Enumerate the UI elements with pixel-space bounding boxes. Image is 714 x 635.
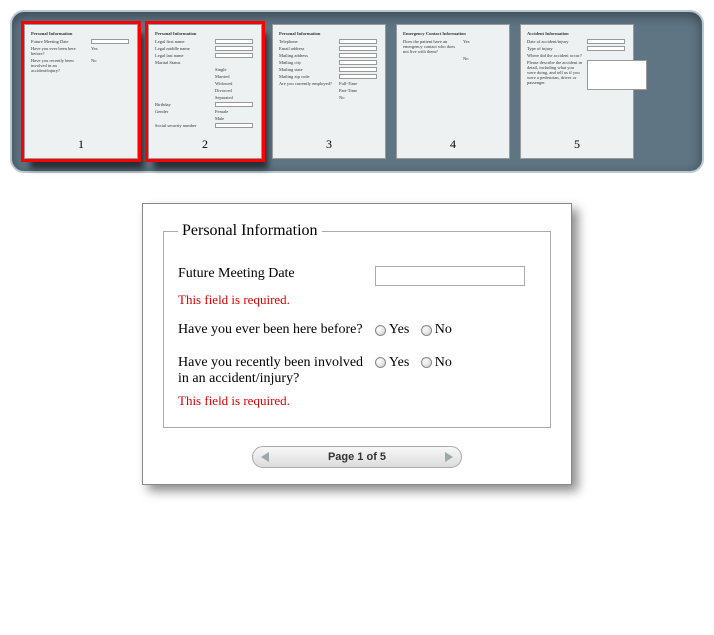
pager-text: Page 1 of 5 [328, 451, 386, 463]
page-thumbnail-1[interactable]: Personal InformationFuture Meeting DateH… [24, 24, 138, 159]
been-here-before-no[interactable]: No [421, 322, 452, 338]
pager-prev-icon[interactable] [261, 452, 269, 462]
future-meeting-date-input[interactable] [375, 266, 525, 286]
accident-injury-no[interactable]: No [421, 355, 452, 371]
been-here-before-yes[interactable]: Yes [375, 322, 409, 338]
personal-information-fieldset: Personal Information Future Meeting Date… [163, 222, 551, 428]
accident-injury-error: This field is required. [178, 393, 536, 409]
page-thumbnail-2[interactable]: Personal InformationLegal first nameLega… [148, 24, 262, 159]
page-thumbnail-3[interactable]: Personal InformationTelephoneEmail addre… [272, 24, 386, 159]
thumbnail-strip: Personal InformationFuture Meeting DateH… [10, 10, 704, 173]
page-thumbnail-4[interactable]: Emergency Contact InformationDoes the pa… [396, 24, 510, 159]
radio-icon [375, 325, 386, 336]
been-here-before-label: Have you ever been here before? [178, 322, 375, 341]
radio-icon [421, 357, 432, 368]
future-meeting-date-label: Future Meeting Date [178, 266, 375, 286]
fieldset-legend: Personal Information [178, 222, 322, 240]
accident-injury-label: Have you recently been involved in an ac… [178, 355, 375, 387]
radio-icon [375, 357, 386, 368]
radio-icon [421, 325, 432, 336]
pager: Page 1 of 5 [252, 446, 462, 468]
accident-injury-yes[interactable]: Yes [375, 355, 409, 371]
pager-next-icon[interactable] [445, 452, 453, 462]
future-meeting-date-error: This field is required. [178, 292, 536, 308]
form-page: Personal Information Future Meeting Date… [142, 203, 572, 485]
page-thumbnail-5[interactable]: Accident InformationDate of accident/inj… [520, 24, 634, 159]
